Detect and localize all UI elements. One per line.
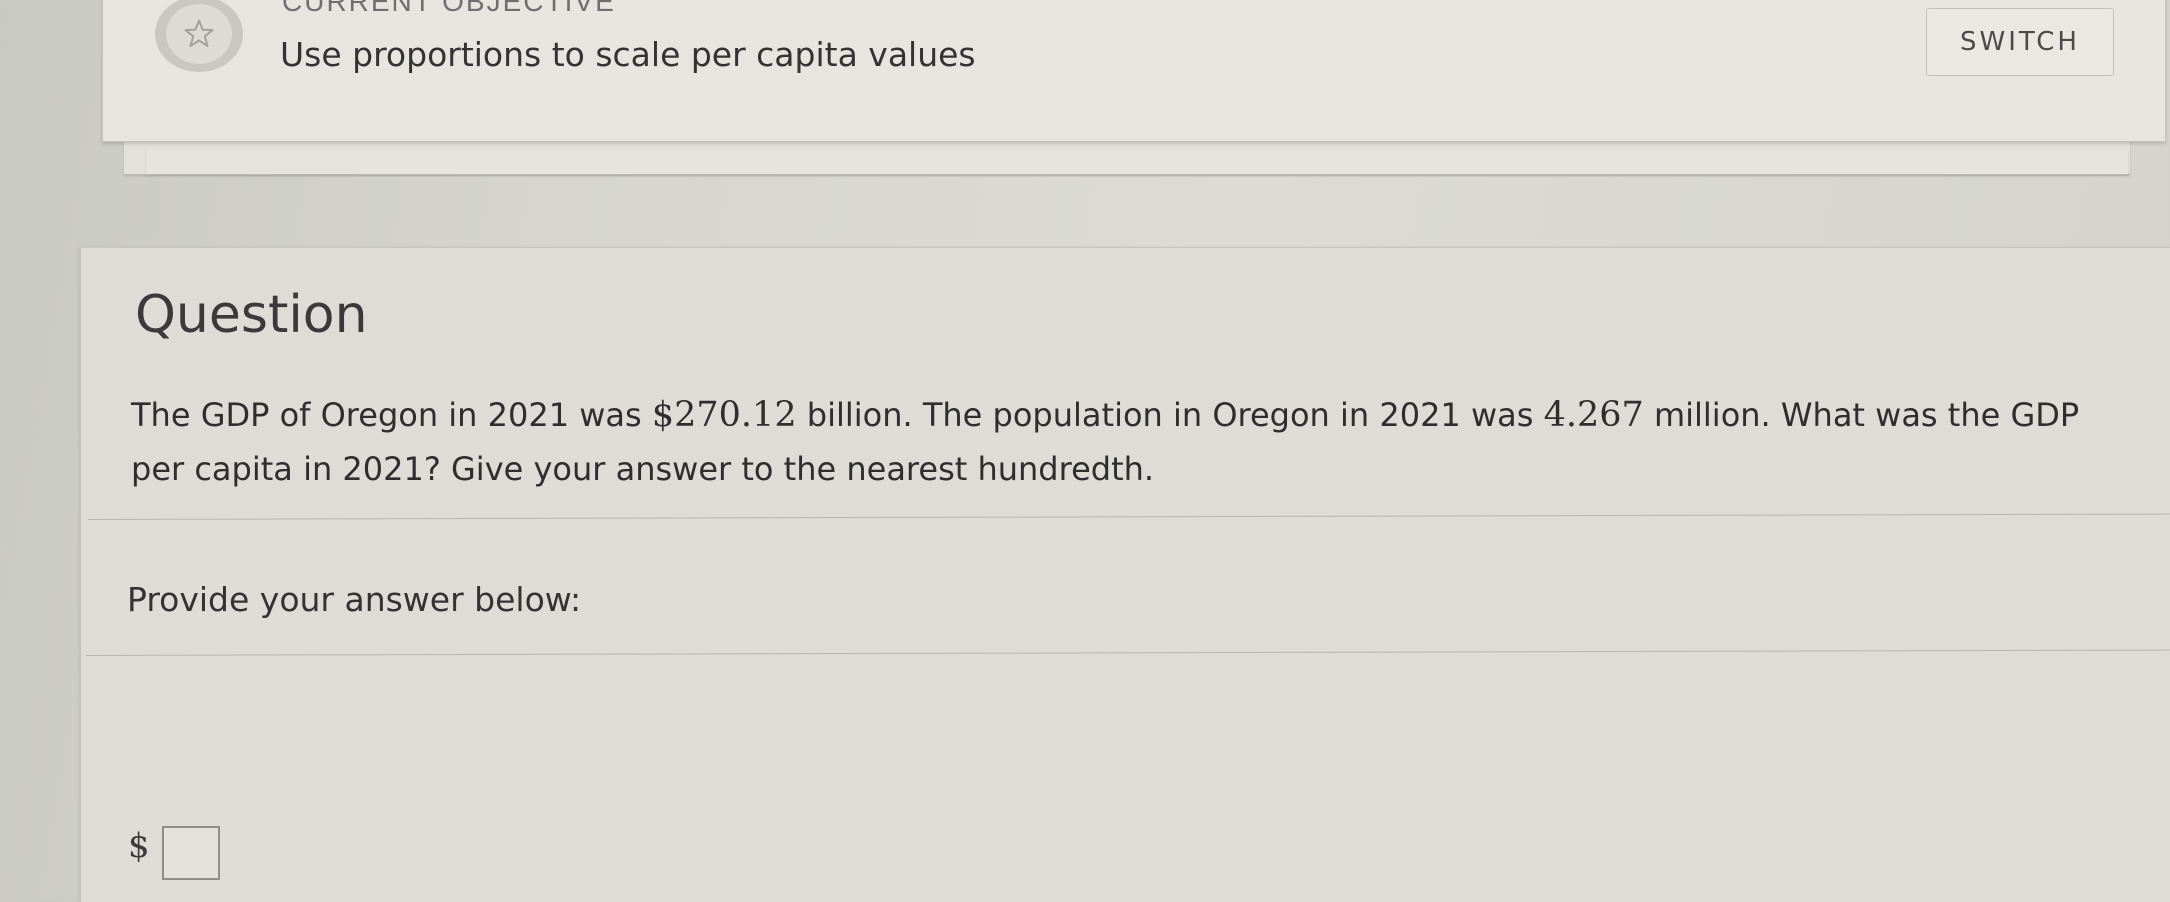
answer-input[interactable]	[162, 826, 220, 880]
question-text-segment: billion. The population in Oregon in 202…	[796, 396, 1544, 434]
objective-card-stack-layer	[146, 150, 2128, 175]
question-card	[80, 247, 2170, 902]
question-text-segment: The GDP of Oregon in 2021 was	[131, 396, 652, 434]
population-value: 4.267	[1543, 395, 1644, 435]
question-text: The GDP of Oregon in 2021 was $270.12 bi…	[131, 388, 2116, 496]
currency-symbol: $	[128, 826, 150, 866]
question-heading: Question	[135, 285, 368, 345]
answer-prompt: Provide your answer below:	[127, 580, 582, 619]
objective-title: Use proportions to scale per capita valu…	[280, 35, 976, 74]
objective-heading: CURRENT OBJECTIVE	[282, 0, 616, 17]
switch-button[interactable]: SWITCH	[1926, 8, 2114, 76]
gdp-value: $270.12	[651, 395, 797, 435]
star-icon	[184, 19, 214, 48]
